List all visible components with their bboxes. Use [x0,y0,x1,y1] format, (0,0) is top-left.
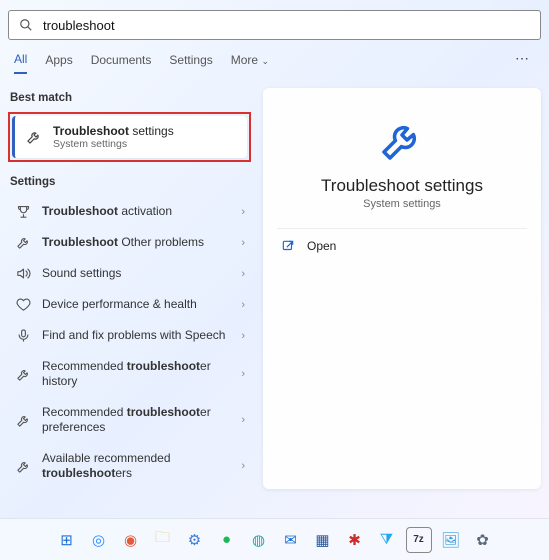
tab-documents[interactable]: Documents [91,53,152,73]
tab-apps[interactable]: Apps [45,53,72,73]
chevron-right-icon: › [241,368,245,380]
settings-result-item[interactable]: Troubleshoot Other problems› [8,227,251,258]
wrench-icon [14,235,32,250]
trophy-icon [14,204,32,219]
overflow-menu[interactable]: ⋯ [515,50,531,67]
result-label: Device performance & health [42,297,241,312]
best-match-subtitle: System settings [53,138,174,150]
result-label: Recommended troubleshooter preferences [42,405,241,435]
taskbar-puzzle[interactable]: ✱ [342,527,368,553]
open-action[interactable]: Open [263,229,541,263]
chevron-right-icon: › [241,414,245,426]
heart-icon [14,297,32,312]
chevron-right-icon: › [241,330,245,342]
detail-title: Troubleshoot settings [263,176,541,196]
taskbar-photos[interactable]: 🖼 [438,527,464,553]
speaker-icon [14,266,32,281]
taskbar-vscode[interactable]: ⧩ [374,527,400,553]
taskbar-settings-app[interactable]: ⚙ [182,527,208,553]
chevron-right-icon: › [241,206,245,218]
settings-result-item[interactable]: Find and fix problems with Speech› [8,320,251,351]
best-match-result[interactable]: Troubleshoot settings System settings [12,116,247,158]
taskbar: ⊞◎◉🗀⚙●◍✉▦✱⧩7z🖼✿ [0,518,549,560]
highlight-box: Troubleshoot settings System settings [8,112,251,162]
best-match-title: Troubleshoot settings [53,124,174,138]
settings-result-item[interactable]: Recommended troubleshooter history› [8,351,251,397]
result-label: Troubleshoot activation [42,204,241,219]
search-bar[interactable] [8,10,541,40]
settings-result-item[interactable]: Recommended troubleshooter preferences› [8,397,251,443]
wrench-icon [263,116,541,164]
open-icon [281,239,295,253]
settings-result-item[interactable]: Troubleshoot activation› [8,196,251,227]
taskbar-7zip[interactable]: 7z [406,527,432,553]
wrench-icon [25,129,43,145]
taskbar-word[interactable]: ▦ [310,527,336,553]
search-icon [19,18,33,32]
chevron-right-icon: › [241,299,245,311]
settings-result-item[interactable]: Device performance & health› [8,289,251,320]
detail-subtitle: System settings [263,198,541,210]
mic-icon [14,328,32,343]
taskbar-spotify[interactable]: ● [214,527,240,553]
taskbar-chrome[interactable]: ◉ [118,527,144,553]
taskbar-gear[interactable]: ✿ [470,527,496,553]
taskbar-circle-app[interactable]: ◍ [246,527,272,553]
taskbar-start[interactable]: ⊞ [54,527,80,553]
result-label: Recommended troubleshooter history [42,359,241,389]
search-input[interactable] [43,18,530,33]
tab-settings[interactable]: Settings [169,53,212,73]
tab-more[interactable]: More ⌄ [231,53,269,73]
wrench-icon [14,459,32,474]
taskbar-assist[interactable]: ◎ [86,527,112,553]
settings-section-label: Settings [8,172,251,196]
best-match-label: Best match [8,88,251,112]
result-label: Sound settings [42,266,241,281]
settings-result-item[interactable]: Sound settings› [8,258,251,289]
chevron-right-icon: › [241,460,245,472]
tab-all[interactable]: All [14,52,27,74]
taskbar-mail[interactable]: ✉ [278,527,304,553]
result-label: Find and fix problems with Speech [42,328,241,343]
filter-tabs: All Apps Documents Settings More ⌄ ⋯ [8,40,541,74]
result-label: Troubleshoot Other problems [42,235,241,250]
taskbar-explorer[interactable]: 🗀 [150,527,176,553]
wrench-icon [14,367,32,382]
settings-result-item[interactable]: Available recommended troubleshooters› [8,443,251,489]
result-label: Available recommended troubleshooters [42,451,241,481]
wrench-icon [14,413,32,428]
settings-results-list: Troubleshoot activation›Troubleshoot Oth… [8,196,251,489]
chevron-right-icon: › [241,268,245,280]
detail-pane: Troubleshoot settings System settings Op… [263,88,541,489]
chevron-right-icon: › [241,237,245,249]
